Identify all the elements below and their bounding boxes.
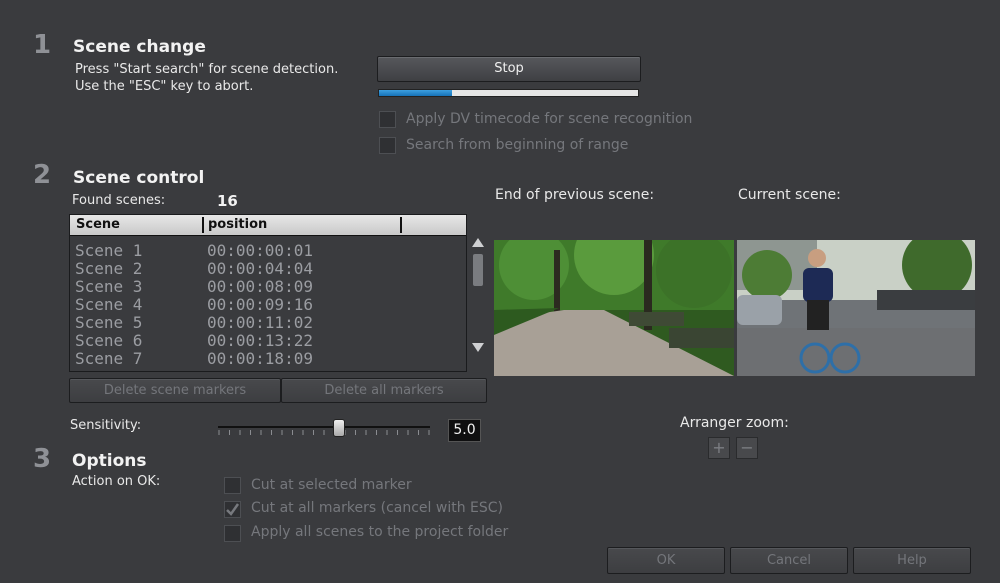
ok-button[interactable]: OK [607, 547, 725, 574]
scene-position: 00:00:09:16 [207, 295, 313, 314]
apply-all-scenes-checkbox[interactable] [224, 525, 241, 542]
column-header-scene[interactable]: Scene [76, 217, 120, 232]
scene-name: Scene 5 [75, 313, 143, 332]
stop-button[interactable]: Stop [377, 56, 641, 82]
scroll-down-icon[interactable] [472, 343, 484, 352]
scene-row[interactable]: Scene 7 00:00:18:09 [75, 349, 455, 368]
scene-name: Scene 7 [75, 349, 143, 368]
help-button[interactable]: Help [853, 547, 971, 574]
search-progress-bar [378, 89, 639, 97]
zoom-in-button[interactable]: + [708, 437, 730, 459]
arranger-zoom-label: Arranger zoom: [680, 415, 789, 431]
action-on-ok-label: Action on OK: [72, 474, 161, 489]
scene-name: Scene 4 [75, 295, 143, 314]
end-of-previous-scene-label: End of previous scene: [495, 187, 655, 203]
scene-position: 00:00:08:09 [207, 277, 313, 296]
sensitivity-slider-ticks [218, 430, 430, 435]
scene-change-help-line-1: Press "Start search" for scene detection… [75, 62, 339, 77]
scene-name: Scene 3 [75, 277, 143, 296]
cut-all-markers-label: Cut at all markers (cancel with ESC) [251, 500, 503, 516]
scene-position: 00:00:18:09 [207, 349, 313, 368]
sensitivity-slider-track[interactable] [218, 426, 430, 428]
scene-position: 00:00:13:22 [207, 331, 313, 350]
dv-timecode-checkbox[interactable] [379, 111, 396, 128]
delete-scene-markers-button[interactable]: Delete scene markers [69, 378, 281, 403]
scroll-up-icon[interactable] [472, 238, 484, 247]
column-separator[interactable] [400, 217, 402, 233]
search-progress-fill [379, 90, 452, 96]
current-scene-label: Current scene: [738, 187, 841, 203]
cancel-button[interactable]: Cancel [730, 547, 848, 574]
dv-timecode-label: Apply DV timecode for scene recognition [406, 111, 693, 127]
scene-name: Scene 6 [75, 331, 143, 350]
section-number-3: 3 [33, 444, 52, 474]
scene-list[interactable]: Scene position Scene 1 00:00:00:01 Scene … [69, 214, 467, 372]
sensitivity-slider-thumb[interactable] [332, 419, 345, 437]
delete-all-markers-button[interactable]: Delete all markers [281, 378, 487, 403]
section-number-1: 1 [33, 30, 52, 60]
scroll-thumb[interactable] [473, 254, 483, 286]
scene-row[interactable]: Scene 5 00:00:11:02 [75, 313, 455, 332]
section-title-scene-control: Scene control [73, 168, 205, 188]
scene-position: 00:00:11:02 [207, 313, 313, 332]
scene-list-scrollbar[interactable] [470, 236, 486, 356]
found-scenes-count: 16 [217, 192, 238, 210]
scene-name: Scene 1 [75, 241, 143, 260]
scene-position: 00:00:04:04 [207, 259, 313, 278]
cut-selected-marker-label: Cut at selected marker [251, 477, 412, 493]
zoom-out-button[interactable]: − [736, 437, 758, 459]
search-from-beginning-label: Search from beginning of range [406, 137, 629, 153]
found-scenes-label: Found scenes: [72, 193, 166, 208]
scene-position: 00:00:00:01 [207, 241, 313, 260]
sensitivity-value-field[interactable]: 5.0 [448, 419, 481, 442]
search-from-beginning-checkbox[interactable] [379, 137, 396, 154]
current-scene-thumbnail [737, 240, 975, 376]
column-header-position[interactable]: position [208, 217, 267, 232]
section-number-2: 2 [33, 160, 52, 190]
scene-row[interactable]: Scene 6 00:00:13:22 [75, 331, 455, 350]
scene-row[interactable]: Scene 1 00:00:00:01 [75, 241, 455, 260]
scene-row[interactable]: Scene 3 00:00:08:09 [75, 277, 455, 296]
section-title-options: Options [72, 451, 147, 471]
scene-list-header: Scene position [70, 215, 466, 236]
previous-scene-thumbnail [494, 240, 734, 376]
cut-selected-marker-checkbox[interactable] [224, 477, 241, 494]
column-separator[interactable] [202, 217, 204, 233]
scene-row[interactable]: Scene 2 00:00:04:04 [75, 259, 455, 278]
scene-name: Scene 2 [75, 259, 143, 278]
cut-all-markers-checkbox[interactable] [224, 501, 241, 518]
scene-change-help-line-2: Use the "ESC" key to abort. [75, 79, 254, 94]
sensitivity-label: Sensitivity: [70, 418, 142, 433]
checkmark-icon [226, 503, 240, 516]
apply-all-scenes-label: Apply all scenes to the project folder [251, 524, 509, 540]
scene-row[interactable]: Scene 4 00:00:09:16 [75, 295, 455, 314]
section-title-scene-change: Scene change [73, 37, 206, 57]
